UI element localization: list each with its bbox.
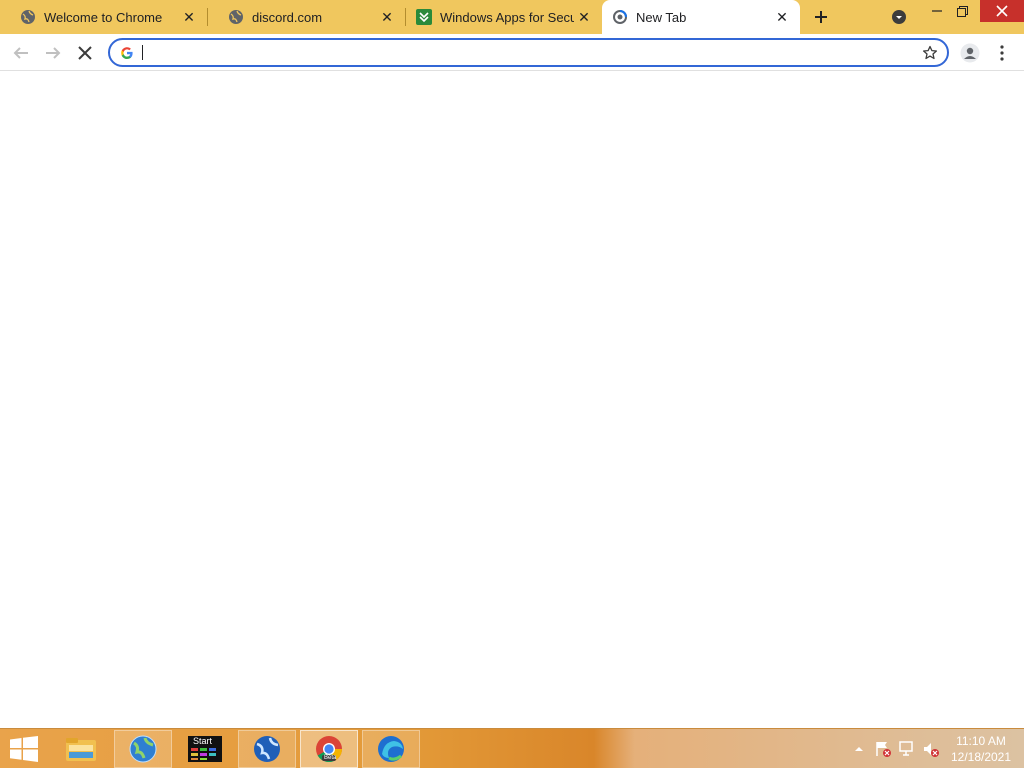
tab-welcome-to-chrome[interactable]: Welcome to Chrome ✕: [0, 0, 207, 34]
tab-title: discord.com: [252, 9, 323, 25]
taskbar: Start Beta 11:10 AM 12/18/2021: [0, 728, 1024, 768]
edge-icon: [378, 736, 404, 762]
forward-button[interactable]: [40, 40, 66, 66]
new-tab-button[interactable]: [808, 5, 834, 29]
speaker-muted-icon: [924, 743, 939, 757]
windows-logo-icon: [10, 736, 38, 762]
tab-discord[interactable]: discord.com ✕: [208, 0, 405, 34]
chevron-down-icon: [892, 10, 906, 24]
back-button[interactable]: [8, 40, 34, 66]
close-icon: [996, 5, 1008, 17]
restore-icon: [956, 5, 968, 17]
network-icon: [899, 741, 913, 756]
arrow-right-icon: [46, 47, 61, 59]
more-vertical-icon: [1000, 45, 1004, 61]
arrow-left-icon: [13, 47, 28, 59]
text-caret: [142, 45, 143, 60]
tab-close-button[interactable]: ✕: [179, 7, 199, 27]
google-icon: [120, 46, 134, 60]
close-window-button[interactable]: [980, 0, 1024, 22]
tab-title: New Tab: [636, 9, 687, 25]
close-icon: [78, 46, 92, 60]
chrome-beta-label: Beta: [324, 755, 337, 761]
profile-button[interactable]: [957, 40, 983, 66]
clock-date: 12/18/2021: [950, 750, 1012, 764]
taskbar-globe-app-2[interactable]: [238, 730, 296, 768]
tab-windows-apps[interactable]: Windows Apps for Secur ✕: [406, 0, 602, 34]
volume-button[interactable]: [922, 740, 940, 758]
taskbar-edge[interactable]: [362, 730, 420, 768]
tab-strip: Welcome to Chrome ✕ discord.com ✕ Window…: [0, 0, 1024, 34]
action-center-button[interactable]: [874, 740, 892, 758]
tab-close-button[interactable]: ✕: [772, 7, 792, 27]
tab-title: Windows Apps for Secur: [440, 9, 574, 25]
star-icon: [922, 45, 938, 60]
globe-icon: [254, 736, 280, 762]
stop-loading-button[interactable]: [72, 40, 98, 66]
minimize-icon: [932, 10, 942, 12]
tab-close-button[interactable]: ✕: [574, 7, 594, 27]
plus-icon: [815, 11, 827, 23]
page-content: [0, 72, 1024, 728]
search-tabs-button[interactable]: [888, 6, 910, 28]
tab-title: Welcome to Chrome: [44, 9, 163, 25]
globe-icon: [228, 9, 244, 25]
taskbar-file-explorer[interactable]: [52, 730, 110, 768]
chrome-menu-button[interactable]: [989, 40, 1015, 66]
clock-time: 11:10 AM: [956, 734, 1006, 748]
loading-icon: [612, 9, 628, 25]
bookmark-star-button[interactable]: [921, 44, 939, 62]
softonic-icon: [416, 9, 432, 25]
flag-error-icon: [876, 742, 891, 757]
address-bar[interactable]: [108, 38, 949, 67]
taskbar-start-app[interactable]: Start: [176, 730, 234, 768]
omnibox-input[interactable]: [140, 42, 947, 63]
tab-close-button[interactable]: ✕: [377, 7, 397, 27]
clock[interactable]: 11:10 AM 12/18/2021: [946, 733, 1016, 765]
show-hidden-icons-button[interactable]: [850, 740, 868, 758]
minimize-button[interactable]: [924, 0, 950, 22]
chevron-up-icon: [855, 747, 863, 751]
avatar-icon: [960, 43, 980, 63]
tab-new-tab[interactable]: New Tab ✕: [602, 0, 800, 34]
globe-icon: [129, 735, 157, 763]
browser-toolbar: [0, 34, 1024, 71]
start-app-label: Start: [193, 736, 213, 746]
restore-button[interactable]: [950, 0, 974, 22]
file-explorer-icon: [66, 738, 96, 761]
network-button[interactable]: [898, 740, 916, 758]
globe-icon: [20, 9, 36, 25]
taskbar-globe-app[interactable]: [114, 730, 172, 768]
taskbar-chrome-beta[interactable]: Beta: [300, 730, 358, 768]
start-button[interactable]: [4, 733, 44, 765]
